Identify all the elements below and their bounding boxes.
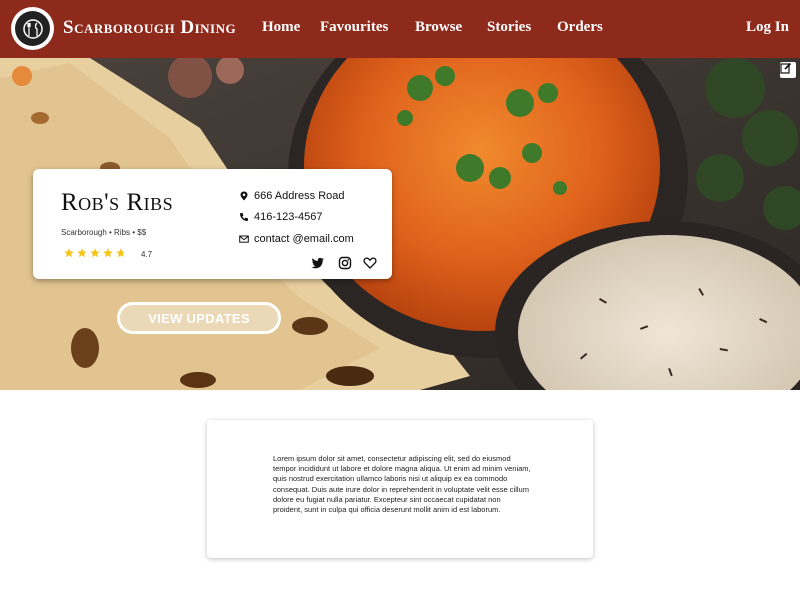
restaurant-meta: Scarborough • Ribs • $$ (61, 228, 147, 237)
view-updates-button[interactable]: VIEW UPDATES (117, 302, 281, 334)
restaurant-card: Rob's Ribs Scarborough • Ribs • $$ 4.7 6… (33, 169, 392, 279)
phone-row: 416-123-4567 (239, 211, 323, 223)
phone-text[interactable]: 416-123-4567 (254, 211, 323, 223)
brand-title[interactable]: Scarborough Dining (63, 17, 236, 39)
star-icon (77, 248, 87, 258)
email-text[interactable]: contact @email.com (254, 233, 354, 245)
restaurant-name: Rob's Ribs (61, 189, 174, 216)
address-row: 666 Address Road (239, 190, 345, 202)
phone-icon (240, 213, 248, 221)
star-icon (103, 248, 113, 258)
nav-login[interactable]: Log In (746, 19, 789, 36)
nav-stories[interactable]: Stories (487, 19, 531, 36)
address-text: 666 Address Road (254, 190, 345, 202)
nav-orders[interactable]: Orders (557, 19, 603, 36)
star-icon (90, 248, 100, 258)
nav-browse[interactable]: Browse (415, 19, 462, 36)
logo-icon[interactable] (11, 7, 54, 50)
description-card: Lorem ipsum dolor sit amet, consectetur … (207, 420, 593, 558)
heart-icon[interactable] (363, 256, 377, 270)
instagram-icon[interactable] (338, 256, 352, 270)
nav-home[interactable]: Home (262, 19, 300, 36)
edit-icon[interactable] (780, 62, 796, 78)
star-icon (116, 248, 126, 258)
mail-icon (239, 235, 249, 243)
nav-favourites[interactable]: Favourites (320, 19, 388, 36)
twitter-icon[interactable] (311, 256, 325, 270)
rating-value: 4.7 (141, 250, 153, 259)
description-text: Lorem ipsum dolor sit amet, consectetur … (273, 454, 531, 515)
star-icon (64, 248, 74, 258)
rating-stars (64, 248, 126, 258)
map-pin-icon (240, 191, 248, 201)
email-row: contact @email.com (239, 233, 354, 245)
navbar: Scarborough Dining Home Favourites Brows… (0, 0, 800, 58)
